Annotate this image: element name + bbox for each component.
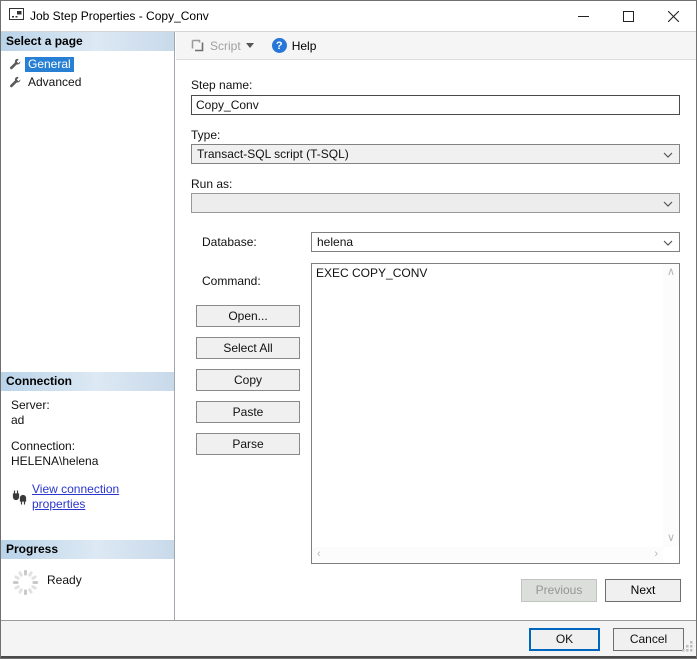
database-value: helena <box>317 235 353 249</box>
sidebar-item-advanced[interactable]: Advanced <box>1 73 174 91</box>
server-label: Server: <box>11 398 174 413</box>
open-button[interactable]: Open... <box>196 305 300 327</box>
next-button[interactable]: Next <box>605 579 681 602</box>
help-label: Help <box>292 39 317 53</box>
window-icon <box>9 8 24 24</box>
progress-section: Progress <box>1 540 174 619</box>
vertical-scrollbar[interactable]: ∧ ∨ <box>663 264 679 547</box>
script-button[interactable]: Script <box>186 36 258 55</box>
paste-button[interactable]: Paste <box>196 401 300 423</box>
type-label: Type: <box>191 128 220 142</box>
server-value: ad <box>11 413 174 428</box>
connection-header: Connection <box>1 372 174 391</box>
sidebar-item-general[interactable]: General <box>1 55 174 73</box>
title-bar: Job Step Properties - Copy_Conv <box>1 1 696 31</box>
scroll-down-icon[interactable]: ∨ <box>667 533 675 544</box>
main-panel: Script ? Help Step name: Type: Transact-… <box>176 32 696 620</box>
horizontal-scrollbar[interactable]: ‹ › <box>312 547 663 563</box>
sidebar: Select a page General Advanced Connectio… <box>1 32 175 621</box>
chevron-down-icon <box>663 240 673 246</box>
ok-button[interactable]: OK <box>529 628 600 651</box>
help-button[interactable]: ? Help <box>268 36 321 55</box>
step-name-label: Step name: <box>191 78 252 92</box>
minimize-icon <box>578 11 589 22</box>
plug-icon <box>11 490 28 505</box>
close-button[interactable] <box>651 1 696 31</box>
select-page-header: Select a page <box>1 32 174 51</box>
connection-section: Connection Server: ad Connection: HELENA… <box>1 372 174 512</box>
job-step-properties-dialog: Job Step Properties - Copy_Conv Select a… <box>0 0 697 659</box>
help-icon: ? <box>272 38 287 53</box>
type-dropdown[interactable]: Transact-SQL script (T-SQL) <box>191 144 680 164</box>
progress-header: Progress <box>1 540 174 559</box>
connection-value: HELENA\helena <box>11 454 174 469</box>
script-dropdown-icon[interactable] <box>246 43 254 48</box>
select-all-button[interactable]: Select All <box>196 337 300 359</box>
cancel-button[interactable]: Cancel <box>613 628 684 651</box>
previous-button[interactable]: Previous <box>521 579 597 602</box>
type-value: Transact-SQL script (T-SQL) <box>197 147 349 161</box>
dialog-body: Select a page General Advanced Connectio… <box>1 31 696 620</box>
footer-bar: OK Cancel <box>1 620 696 658</box>
chevron-down-icon <box>663 152 673 158</box>
sidebar-item-label: General <box>25 57 74 72</box>
copy-button[interactable]: Copy <box>196 369 300 391</box>
script-icon <box>190 38 205 53</box>
command-box: EXEC COPY_CONV ∧ ∨ ‹ › <box>311 263 680 564</box>
script-label: Script <box>210 39 241 53</box>
resize-grip[interactable] <box>682 641 694 653</box>
parse-button[interactable]: Parse <box>196 433 300 455</box>
progress-status: Ready <box>47 573 82 587</box>
sidebar-item-label: Advanced <box>25 75 84 90</box>
scroll-up-icon[interactable]: ∧ <box>667 267 675 278</box>
scroll-right-icon[interactable]: › <box>654 549 658 560</box>
view-connection-properties-link[interactable]: View connection properties <box>32 482 174 512</box>
maximize-button[interactable] <box>606 1 651 31</box>
command-textarea[interactable]: EXEC COPY_CONV <box>312 264 663 547</box>
toolbar: Script ? Help <box>176 32 696 60</box>
run-as-label: Run as: <box>191 177 232 191</box>
run-as-dropdown[interactable] <box>191 193 680 213</box>
database-label: Database: <box>202 235 257 249</box>
wrench-icon <box>8 58 21 71</box>
window-title: Job Step Properties - Copy_Conv <box>30 9 209 23</box>
progress-spinner-icon <box>12 569 39 596</box>
connection-label: Connection: <box>11 439 174 454</box>
scroll-left-icon[interactable]: ‹ <box>317 549 321 560</box>
close-icon <box>668 11 679 22</box>
database-dropdown[interactable]: helena <box>311 232 680 252</box>
maximize-icon <box>623 11 634 22</box>
command-label: Command: <box>202 274 261 288</box>
wrench-icon <box>8 76 21 89</box>
minimize-button[interactable] <box>561 1 606 31</box>
chevron-down-icon <box>663 201 673 207</box>
step-name-input[interactable] <box>191 95 680 115</box>
